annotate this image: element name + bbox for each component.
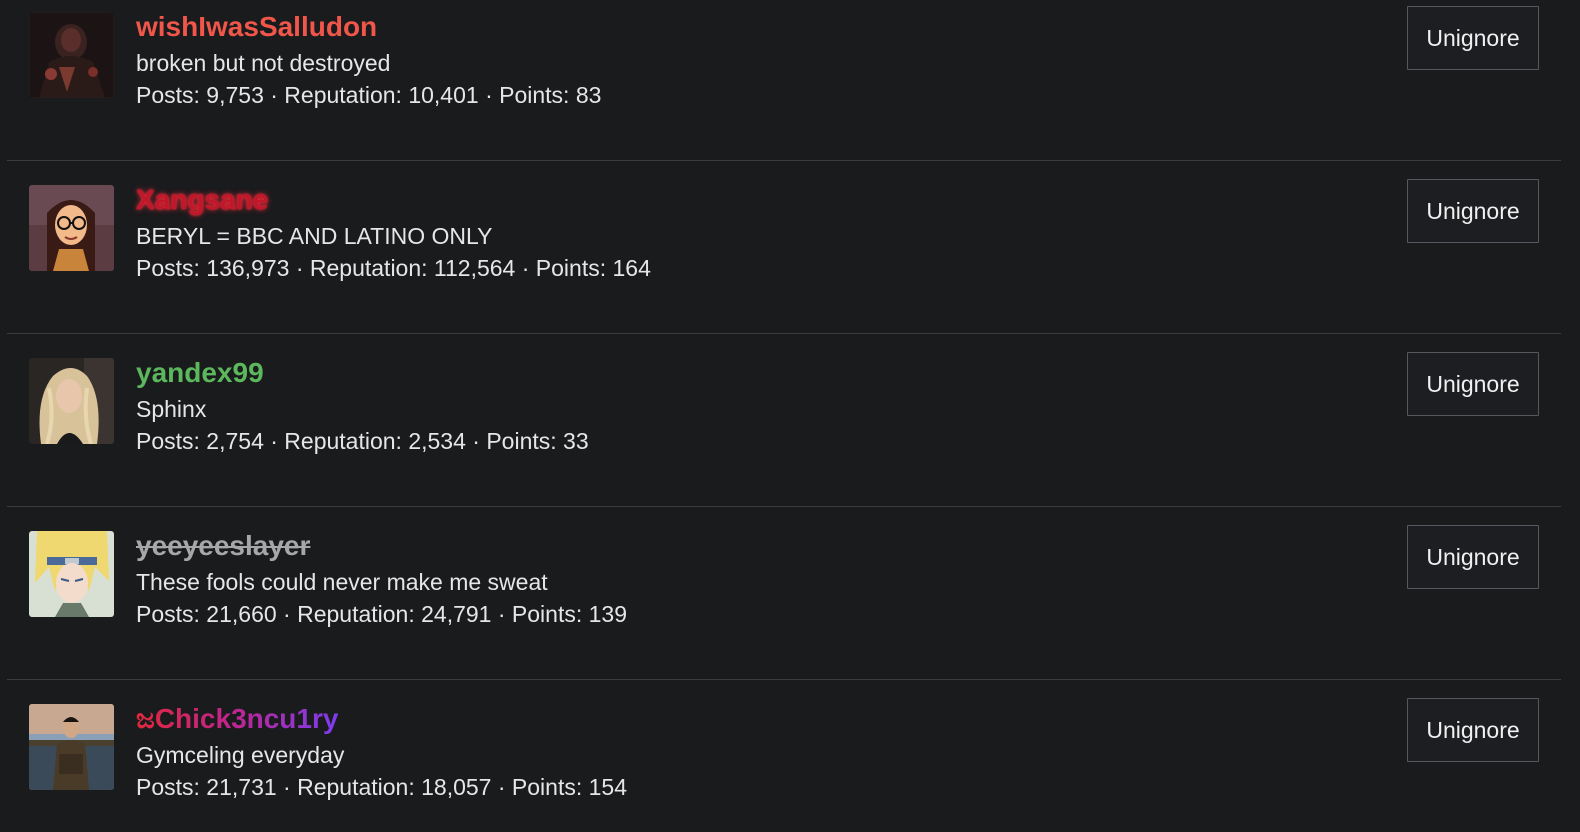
- user-title: broken but not destroyed: [136, 50, 391, 76]
- username[interactable]: ಜChick3ncu1ry: [136, 702, 338, 736]
- blonde-woman-avatar[interactable]: [29, 358, 114, 444]
- list-item: wishIwasSalludon broken but not destroye…: [7, 0, 1561, 161]
- user-title: Sphinx: [136, 396, 207, 422]
- cartoon-girl-glasses-avatar[interactable]: [29, 185, 114, 271]
- username[interactable]: wishIwasSalludon: [136, 10, 377, 44]
- username[interactable]: Xangsane: [136, 183, 268, 217]
- dark-figure-avatar[interactable]: [29, 12, 114, 98]
- unignore-button[interactable]: Unignore: [1407, 6, 1539, 70]
- list-item: yeeyeeslayer These fools could never mak…: [7, 507, 1561, 680]
- user-stats: Posts: 21,660 · Reputation: 24,791 · Poi…: [136, 601, 627, 627]
- anime-character-avatar[interactable]: [29, 531, 114, 617]
- user-title: BERYL = BBC AND LATINO ONLY: [136, 223, 493, 249]
- user-stats: Posts: 2,754 · Reputation: 2,534 · Point…: [136, 428, 589, 454]
- list-item: yandex99 Sphinx Posts: 2,754 · Reputatio…: [7, 334, 1561, 507]
- unignore-button[interactable]: Unignore: [1407, 352, 1539, 416]
- username[interactable]: yeeyeeslayer: [136, 529, 310, 563]
- unignore-button[interactable]: Unignore: [1407, 525, 1539, 589]
- username[interactable]: yandex99: [136, 356, 264, 390]
- unignore-button[interactable]: Unignore: [1407, 179, 1539, 243]
- ignored-users-list: wishIwasSalludon broken but not destroye…: [0, 0, 1580, 832]
- list-item: ಜChick3ncu1ry Gymceling everyday Posts: …: [7, 680, 1561, 832]
- user-stats: Posts: 136,973 · Reputation: 112,564 · P…: [136, 255, 651, 281]
- unignore-button[interactable]: Unignore: [1407, 698, 1539, 762]
- man-sunset-avatar[interactable]: [29, 704, 114, 790]
- user-stats: Posts: 9,753 · Reputation: 10,401 · Poin…: [136, 82, 602, 108]
- user-stats: Posts: 21,731 · Reputation: 18,057 · Poi…: [136, 774, 627, 800]
- user-title: These fools could never make me sweat: [136, 569, 548, 595]
- list-item: Xangsane BERYL = BBC AND LATINO ONLY Pos…: [7, 161, 1561, 334]
- user-title: Gymceling everyday: [136, 742, 345, 768]
